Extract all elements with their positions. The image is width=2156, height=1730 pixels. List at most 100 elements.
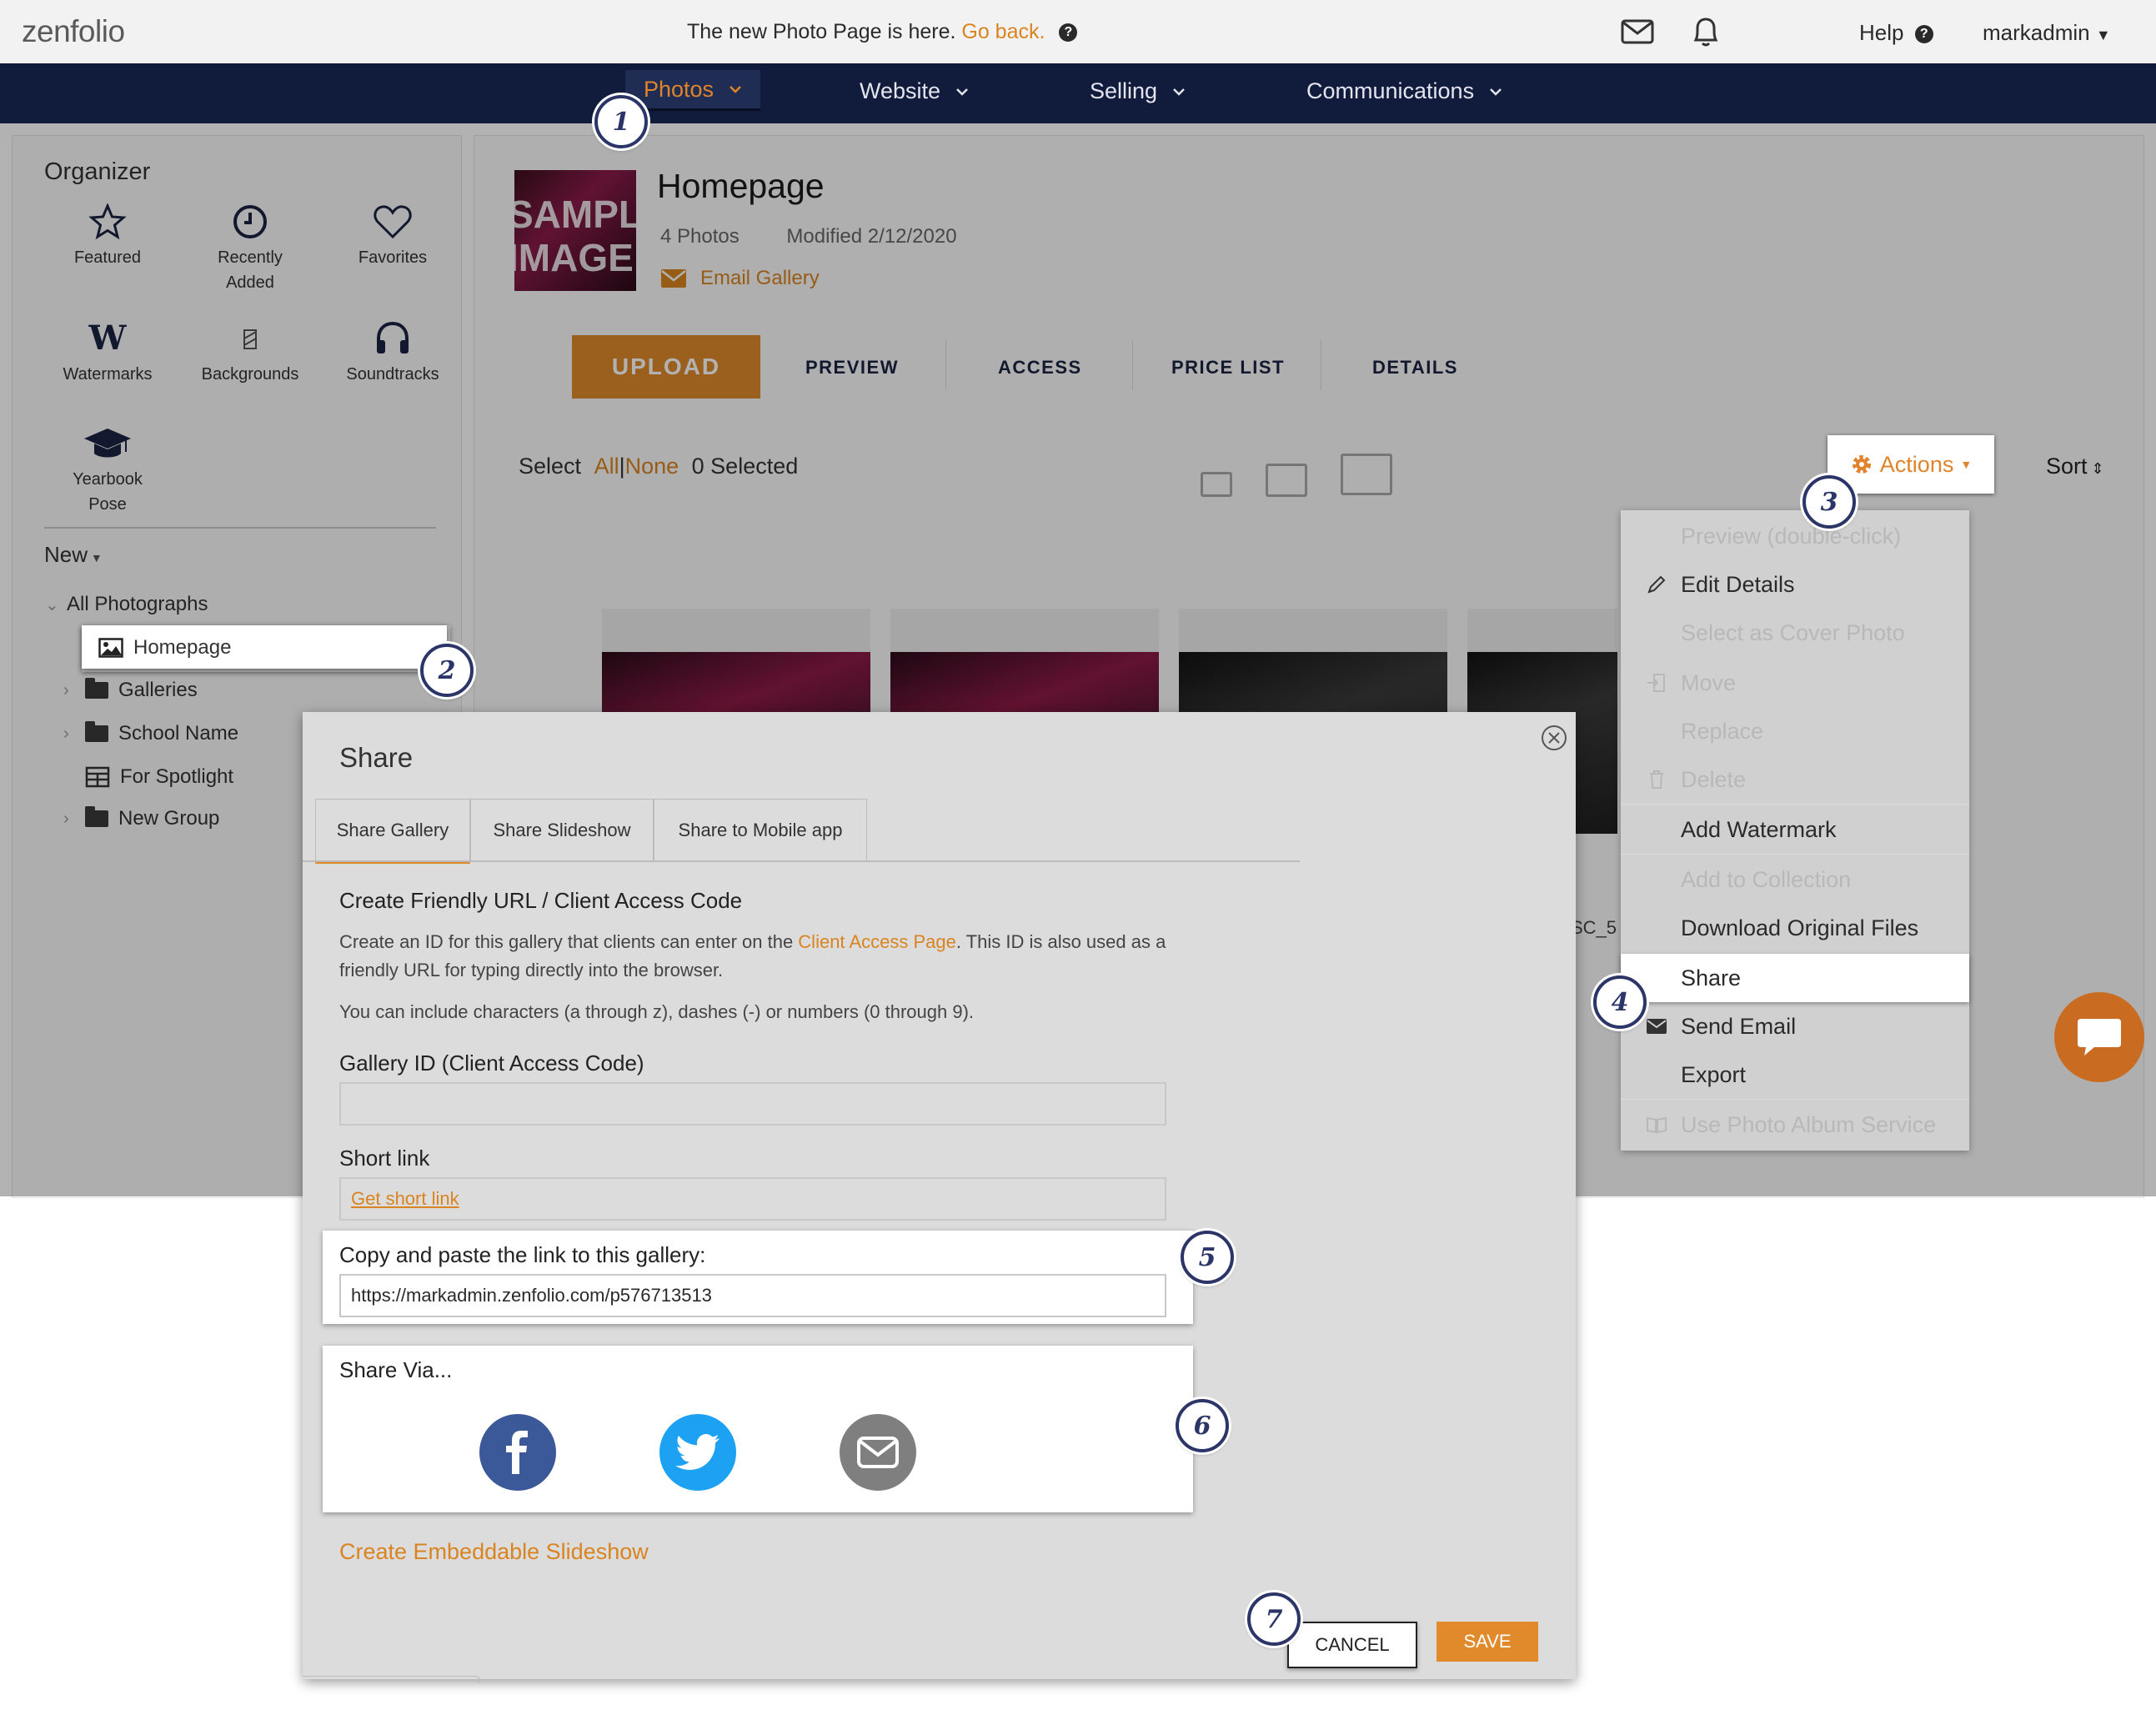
- nav-communications[interactable]: Communications: [1306, 78, 1502, 104]
- menu-share[interactable]: Share: [1621, 954, 1969, 1002]
- email-share-icon[interactable]: [840, 1414, 916, 1491]
- copy-link-label: Copy and paste the link to this gallery:: [339, 1242, 706, 1267]
- menu-download-originals[interactable]: Download Original Files: [1621, 904, 1969, 952]
- menu-download-originals-label: Download Original Files: [1681, 915, 1919, 940]
- nav-website-label: Website: [860, 78, 941, 103]
- user-menu[interactable]: markadmin ▼: [1983, 20, 2111, 46]
- bell-icon[interactable]: [1691, 15, 1721, 48]
- menu-add-watermark-label: Add Watermark: [1681, 816, 1837, 842]
- section-title: Create Friendly URL / Client Access Code: [339, 888, 743, 913]
- help-icon: ?: [1914, 25, 1933, 44]
- caret-down-icon: ▼: [2095, 27, 2111, 43]
- menu-move-label: Move: [1681, 669, 1737, 695]
- menu-photo-album[interactable]: Use Photo Album Service: [1621, 1101, 1969, 1149]
- menu-separator: [1621, 804, 1969, 805]
- nav-photos[interactable]: Photos: [625, 70, 761, 111]
- menu-add-watermark[interactable]: Add Watermark: [1621, 805, 1969, 854]
- menu-photo-album-label: Use Photo Album Service: [1681, 1111, 1937, 1137]
- envelope-icon: [1647, 1019, 1667, 1034]
- menu-add-to-collection[interactable]: Add to Collection: [1621, 855, 1969, 904]
- book-icon: [1647, 1116, 1667, 1134]
- menu-select-cover-label: Select as Cover Photo: [1681, 619, 1905, 645]
- menu-add-to-collection-label: Add to Collection: [1681, 866, 1852, 892]
- menu-export-label: Export: [1681, 1061, 1747, 1087]
- mail-icon[interactable]: [1621, 18, 1654, 45]
- modal-title: Share: [339, 742, 414, 773]
- create-embeddable-slideshow-link[interactable]: Create Embeddable Slideshow: [339, 1539, 649, 1565]
- menu-preview-label: Preview (double-click): [1681, 523, 1902, 549]
- question-icon[interactable]: ?: [1059, 23, 1078, 43]
- menu-replace-label: Replace: [1681, 718, 1764, 744]
- modal-bottom-edge: [303, 1676, 480, 1683]
- help-label: Help: [1859, 20, 1904, 45]
- chat-button[interactable]: [2054, 992, 2144, 1082]
- gear-icon: [1852, 455, 1871, 474]
- menu-edit-details[interactable]: Edit Details: [1621, 560, 1969, 609]
- trash-icon: [1650, 770, 1663, 789]
- chevron-down-icon: [730, 86, 741, 93]
- share-via-label: Share Via...: [339, 1357, 453, 1382]
- nav-photos-label: Photos: [644, 76, 714, 102]
- zenfolio-logo[interactable]: zenfolio: [22, 14, 125, 49]
- top-bar: zenfolio The new Photo Page is here. Go …: [0, 0, 2156, 63]
- desc-text: Create an ID for this gallery that clien…: [339, 931, 799, 952]
- nav-selling[interactable]: Selling: [1090, 78, 1186, 104]
- step-badge-1: 1: [594, 95, 648, 148]
- menu-delete[interactable]: Delete: [1621, 755, 1969, 804]
- share-modal: Share Share Gallery Share Slideshow Shar…: [303, 712, 1576, 1679]
- tab-share-gallery[interactable]: Share Gallery: [315, 799, 470, 864]
- menu-export[interactable]: Export: [1621, 1051, 1969, 1099]
- nav-selling-label: Selling: [1090, 78, 1158, 103]
- move-icon: [1647, 674, 1665, 692]
- tab-share-slideshow[interactable]: Share Slideshow: [470, 799, 654, 861]
- client-access-page-link[interactable]: Client Access Page: [798, 931, 956, 952]
- image-icon: [98, 638, 123, 658]
- nav-communications-label: Communications: [1306, 78, 1475, 103]
- username: markadmin: [1983, 20, 2090, 45]
- pencil-icon: [1647, 575, 1666, 594]
- get-short-link[interactable]: Get short link: [351, 1188, 459, 1210]
- chevron-down-icon: [1490, 88, 1502, 96]
- menu-send-email-label: Send Email: [1681, 1013, 1797, 1039]
- menu-separator: [1621, 1099, 1969, 1100]
- step-badge-4: 4: [1593, 975, 1647, 1029]
- cancel-button[interactable]: CANCEL: [1287, 1622, 1417, 1668]
- tab-share-mobile[interactable]: Share to Mobile app: [654, 799, 867, 861]
- gallery-url-field[interactable]: https://markadmin.zenfolio.com/p57671351…: [339, 1274, 1166, 1317]
- menu-separator: [1621, 854, 1969, 855]
- save-button[interactable]: SAVE: [1436, 1622, 1538, 1662]
- menu-replace[interactable]: Replace: [1621, 707, 1969, 755]
- share-via-card: Share Via...: [323, 1346, 1193, 1512]
- tree-homepage-highlight-row[interactable]: Homepage: [98, 636, 231, 659]
- chevron-down-icon: [1173, 88, 1185, 96]
- menu-send-email[interactable]: Send Email: [1621, 1002, 1969, 1051]
- short-link-field[interactable]: Get short link: [339, 1177, 1166, 1221]
- menu-select-cover[interactable]: Select as Cover Photo: [1621, 609, 1969, 657]
- gallery-id-label: Gallery ID (Client Access Code): [339, 1051, 644, 1076]
- go-back-link[interactable]: Go back.: [961, 20, 1045, 43]
- caret-down-icon: ▼: [1960, 458, 1973, 471]
- step-badge-5: 5: [1181, 1231, 1234, 1284]
- section-description: Create an ID for this gallery that clien…: [339, 928, 1223, 985]
- step-badge-3: 3: [1803, 475, 1856, 529]
- actions-button-highlight[interactable]: Actions ▼: [1828, 435, 1994, 494]
- menu-move[interactable]: Move: [1621, 659, 1969, 707]
- notice-bar: The new Photo Page is here. Go back. ?: [687, 20, 1078, 44]
- notice-text: The new Photo Page is here.: [687, 20, 956, 43]
- close-icon[interactable]: [1540, 724, 1568, 752]
- nav-website[interactable]: Website: [860, 78, 969, 104]
- gallery-id-input[interactable]: [339, 1082, 1166, 1126]
- twitter-icon[interactable]: [659, 1414, 736, 1491]
- help-menu[interactable]: Help ?: [1859, 20, 1933, 46]
- menu-preview[interactable]: Preview (double-click): [1621, 512, 1969, 560]
- tab-underline: [303, 860, 1300, 862]
- facebook-icon[interactable]: [479, 1414, 556, 1491]
- menu-share-label: Share: [1681, 965, 1742, 990]
- short-link-label: Short link: [339, 1146, 430, 1171]
- step-badge-7: 7: [1247, 1592, 1301, 1646]
- chevron-down-icon: [956, 88, 968, 96]
- main-nav: Photos Website Selling Communications: [0, 63, 2156, 123]
- tree-homepage-highlight-label: Homepage: [133, 636, 232, 659]
- actions-highlight-label: Actions: [1879, 451, 1954, 477]
- menu-edit-details-label: Edit Details: [1681, 571, 1795, 597]
